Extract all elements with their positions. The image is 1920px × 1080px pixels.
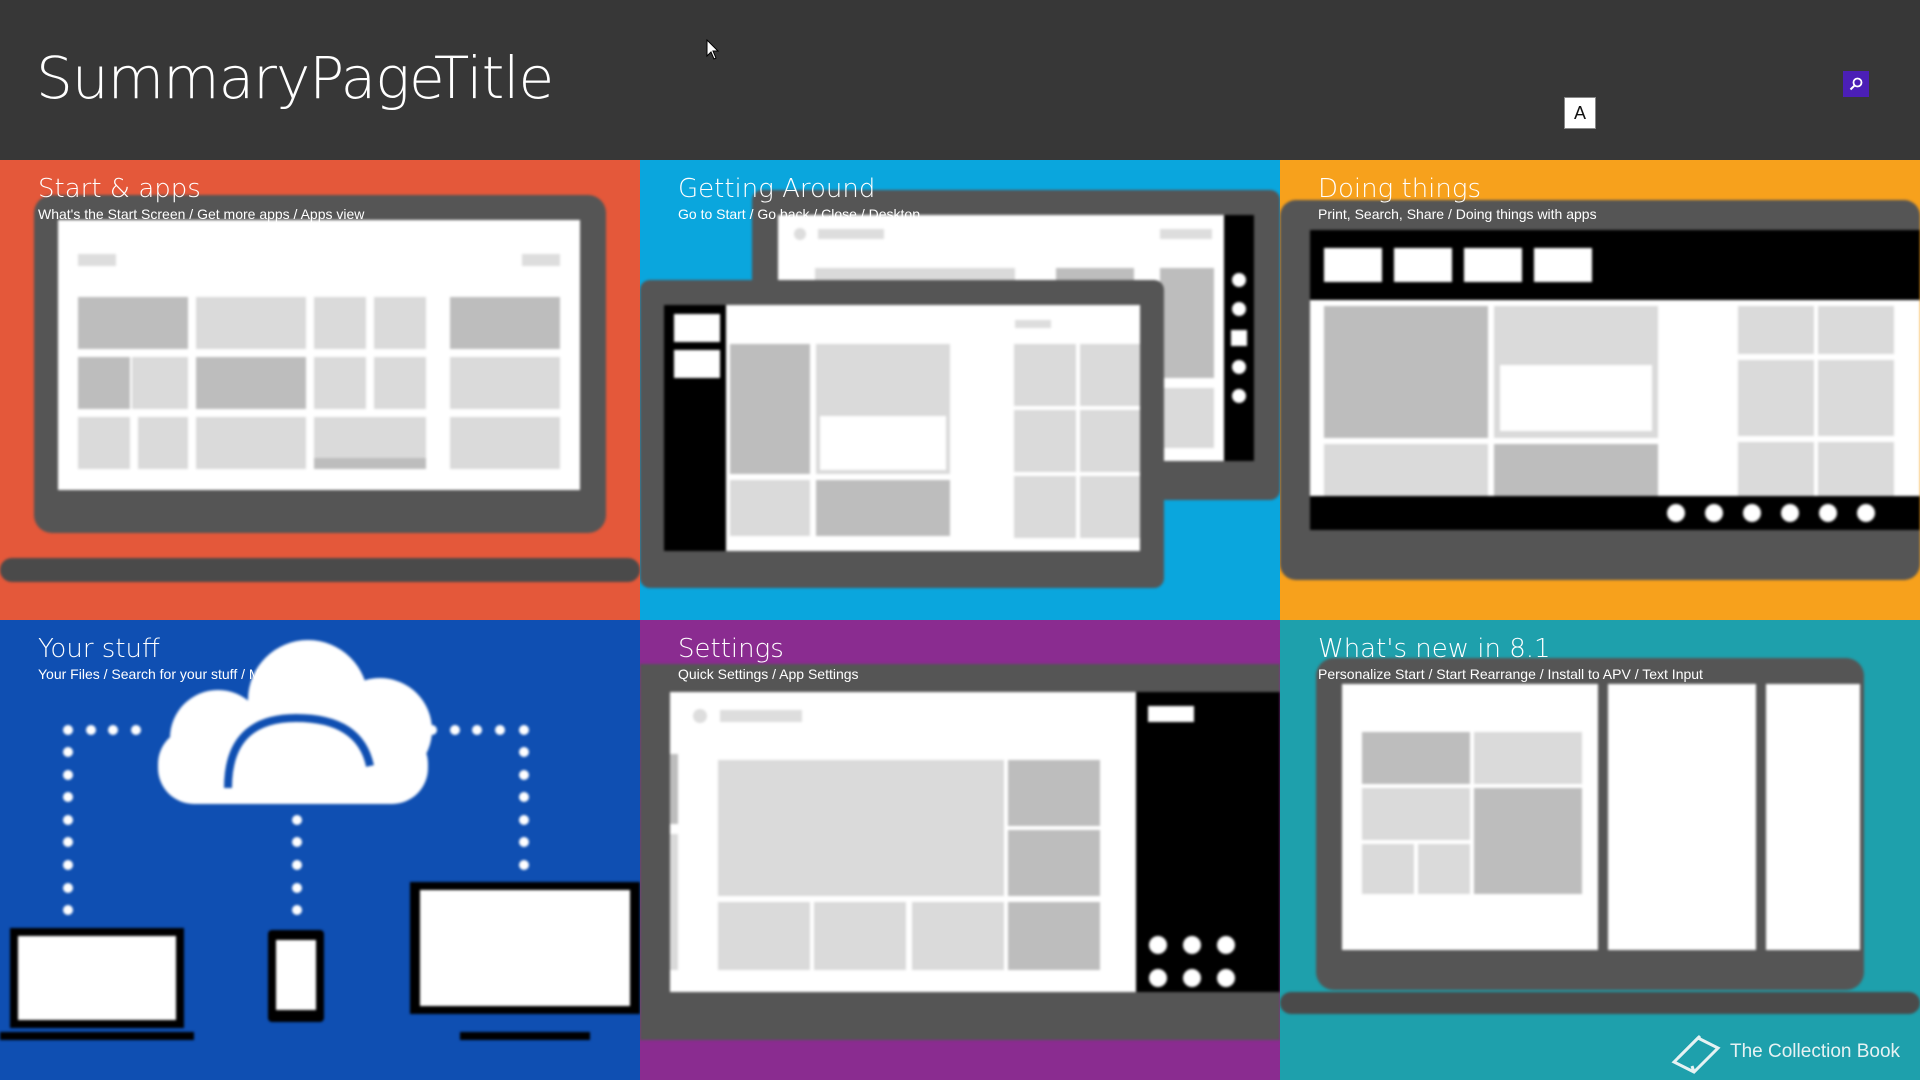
app-header: SummaryPageTitle A (0, 0, 1920, 160)
tile-subtitle: What's the Start Screen / Get more apps … (38, 206, 365, 222)
screens-illustration (640, 190, 1280, 588)
search-icon (1849, 77, 1863, 91)
brand-name: The Collection Book (1730, 1041, 1901, 1062)
tile-title: Doing things (1318, 174, 1482, 204)
tile-title: Getting Around (678, 174, 876, 204)
tile-title: Your stuff (38, 634, 160, 664)
tile-getting-around[interactable]: Getting Around Go to Start / Go back / C… (640, 160, 1280, 620)
mouse-pointer-icon (706, 39, 720, 60)
settings-illustration (640, 664, 1280, 1040)
tile-subtitle: Quick Settings / App Settings (678, 666, 859, 682)
tile-doing-things[interactable]: Doing things Print, Search, Share / Doin… (1280, 160, 1920, 620)
cloud-devices-illustration (0, 640, 640, 1040)
tile-subtitle: Your Files / Search for your stuff / Mic… (38, 666, 359, 682)
tile-subtitle: Go to Start / Go back / Close / Desktop (678, 206, 920, 222)
tablet-illustration (1280, 200, 1920, 580)
book-icon (1671, 1034, 1721, 1074)
tile-whats-new[interactable]: What's new in 8.1 Personalize Start / St… (1280, 620, 1920, 1080)
tile-title: What's new in 8.1 (1318, 634, 1551, 664)
app-brand: The Collection Book (1670, 1030, 1900, 1074)
tile-subtitle: Print, Search, Share / Doing things with… (1318, 206, 1597, 222)
page-title: SummaryPageTitle (36, 44, 554, 112)
keyboard-badge: A (1564, 97, 1596, 129)
tile-title: Start & apps (38, 174, 201, 204)
tile-start-and-apps[interactable]: Start & apps What's the Start Screen / G… (0, 160, 640, 620)
search-button[interactable] (1843, 71, 1869, 97)
tile-settings[interactable]: Settings Quick Settings / App Settings (640, 620, 1280, 1080)
tile-your-stuff[interactable]: Your stuff Your Files / Search for your … (0, 620, 640, 1080)
topics-grid: Start & apps What's the Start Screen / G… (0, 160, 1920, 1080)
tile-subtitle: Personalize Start / Start Rearrange / In… (1318, 666, 1703, 682)
laptop-illustration (0, 195, 640, 582)
tile-title: Settings (678, 634, 784, 664)
split-screen-illustration (1280, 658, 1920, 1014)
